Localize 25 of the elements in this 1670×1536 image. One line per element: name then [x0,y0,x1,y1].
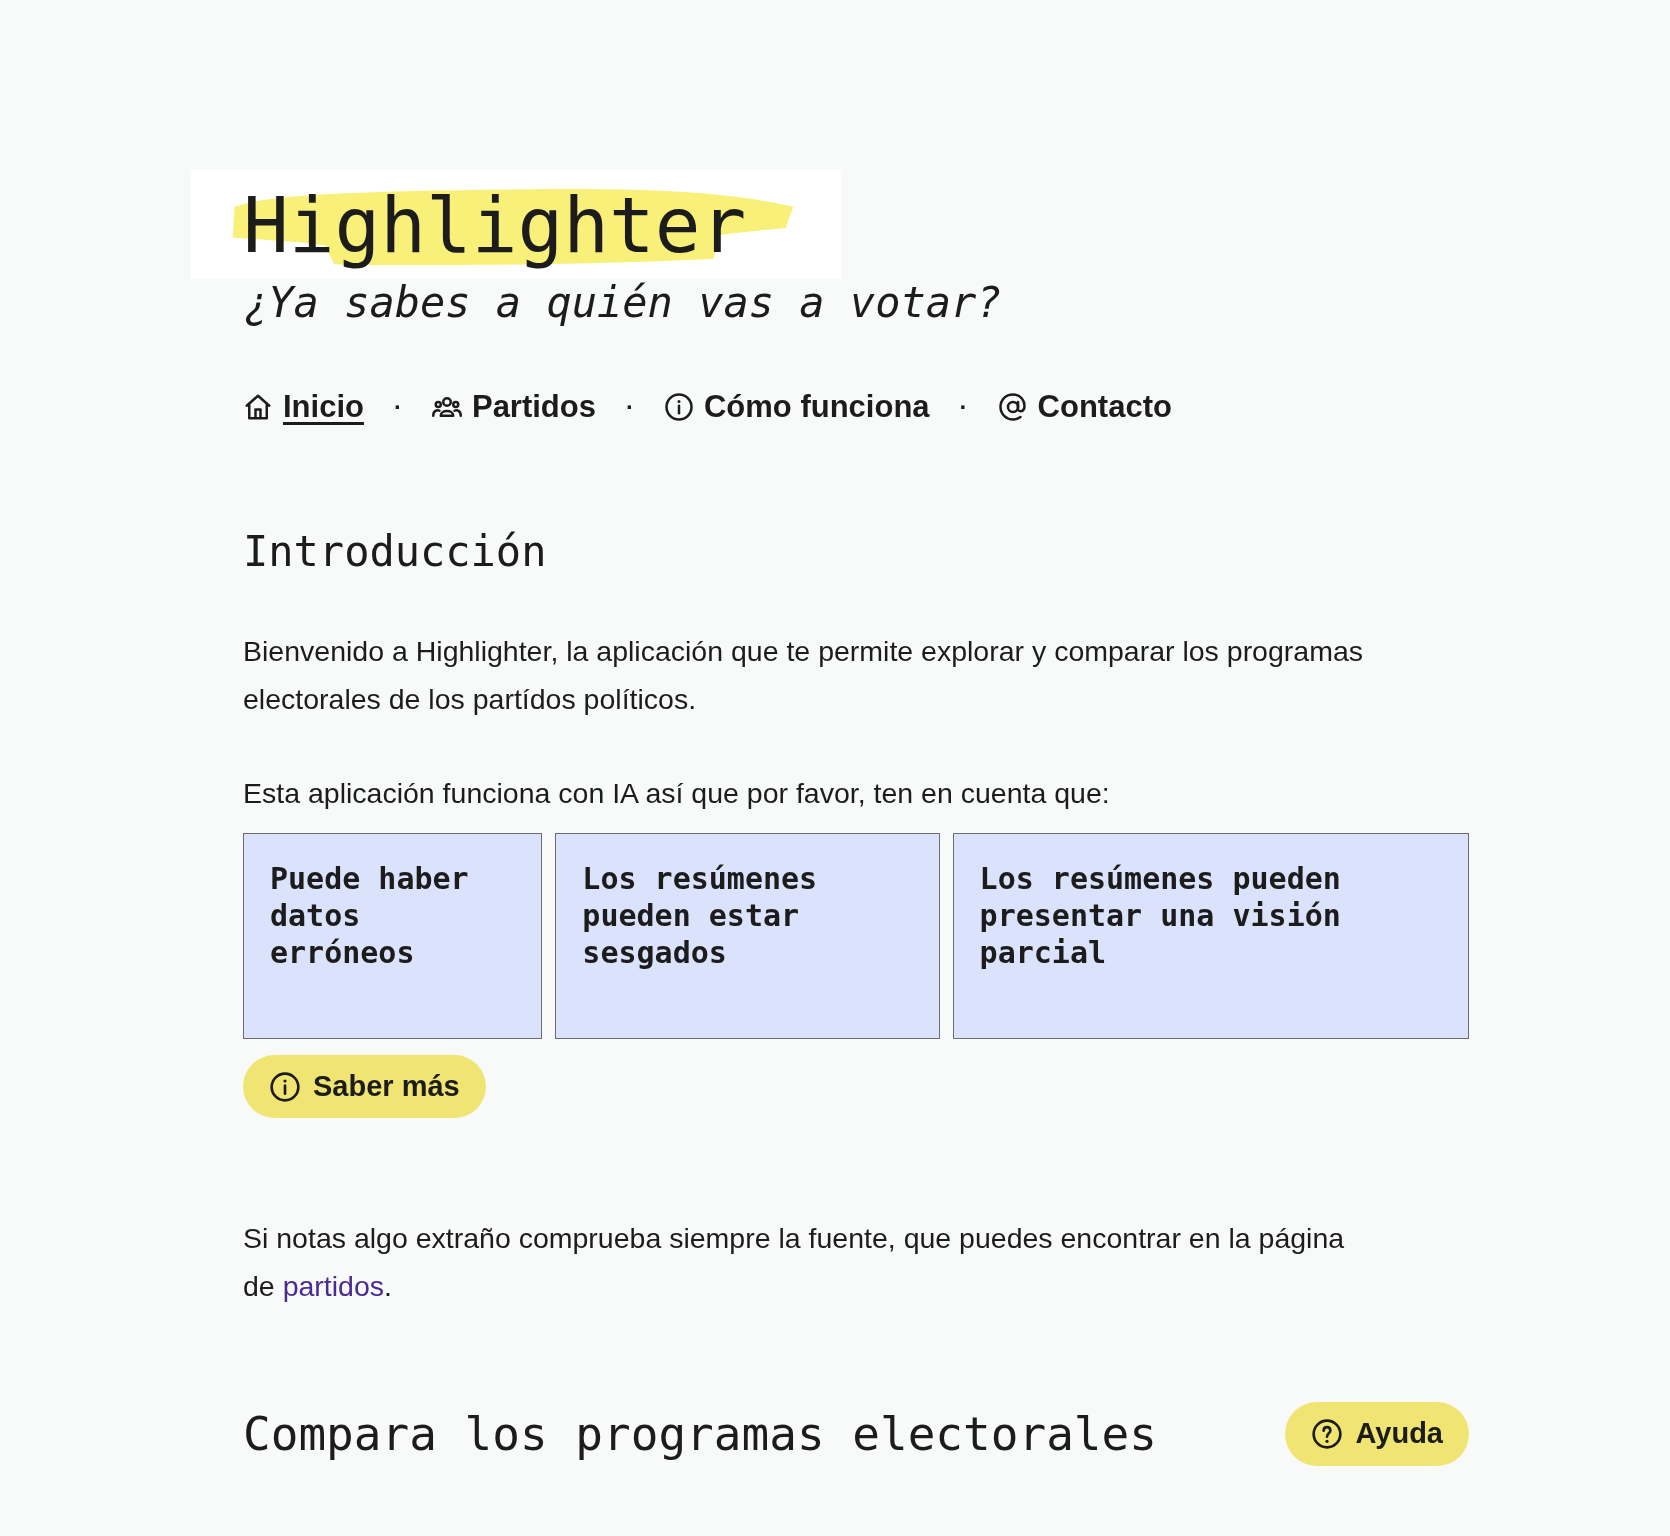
nav-separator: · [959,392,968,423]
nav-link[interactable]: Partidos [431,384,596,431]
nav-link[interactable]: Cómo funciona [664,384,930,431]
nav-separator: · [393,392,402,423]
learn-more-button[interactable]: Saber más [243,1054,486,1119]
warning-card: Los resúmenes pueden estar sesgados [555,832,940,1039]
section-heading: Introducción [243,526,547,577]
nav-link[interactable]: Contacto [997,384,1172,431]
section-heading: Compara los programas electorales [243,1406,1157,1462]
help-button[interactable]: Ayuda [1285,1402,1469,1466]
question-mark-icon [1311,1418,1344,1451]
nav-link[interactable]: Inicio [243,384,364,431]
partidos-link[interactable]: partidos [282,1270,385,1303]
warning-card: Los resúmenes pueden presentar una visión parcial [952,832,1469,1039]
intro-paragraph: Bienvenido a Highlighter, la aplicación que te permite explorar y comparar los programas electorales de los partídos políticos. [243,633,1364,717]
info-icon [664,392,694,423]
site-title: Highlighter [243,180,747,272]
warning-card: Puede haber datos erróneos [243,832,543,1039]
source-note: Si notas algo extraño comprueba siempre la fuente, que puedes encontrar en la página de partidos. [243,1221,1346,1305]
info-icon [269,1070,301,1103]
intro-paragraph: Esta aplicación funciona con IA así que por favor, ten en cuenta que: [243,775,1111,811]
at-sign-icon [997,392,1028,423]
site-tagline: ¿Ya sabes a quién vas a votar? [243,277,1002,329]
home-icon [243,392,273,423]
nav-separator: · [626,392,634,423]
